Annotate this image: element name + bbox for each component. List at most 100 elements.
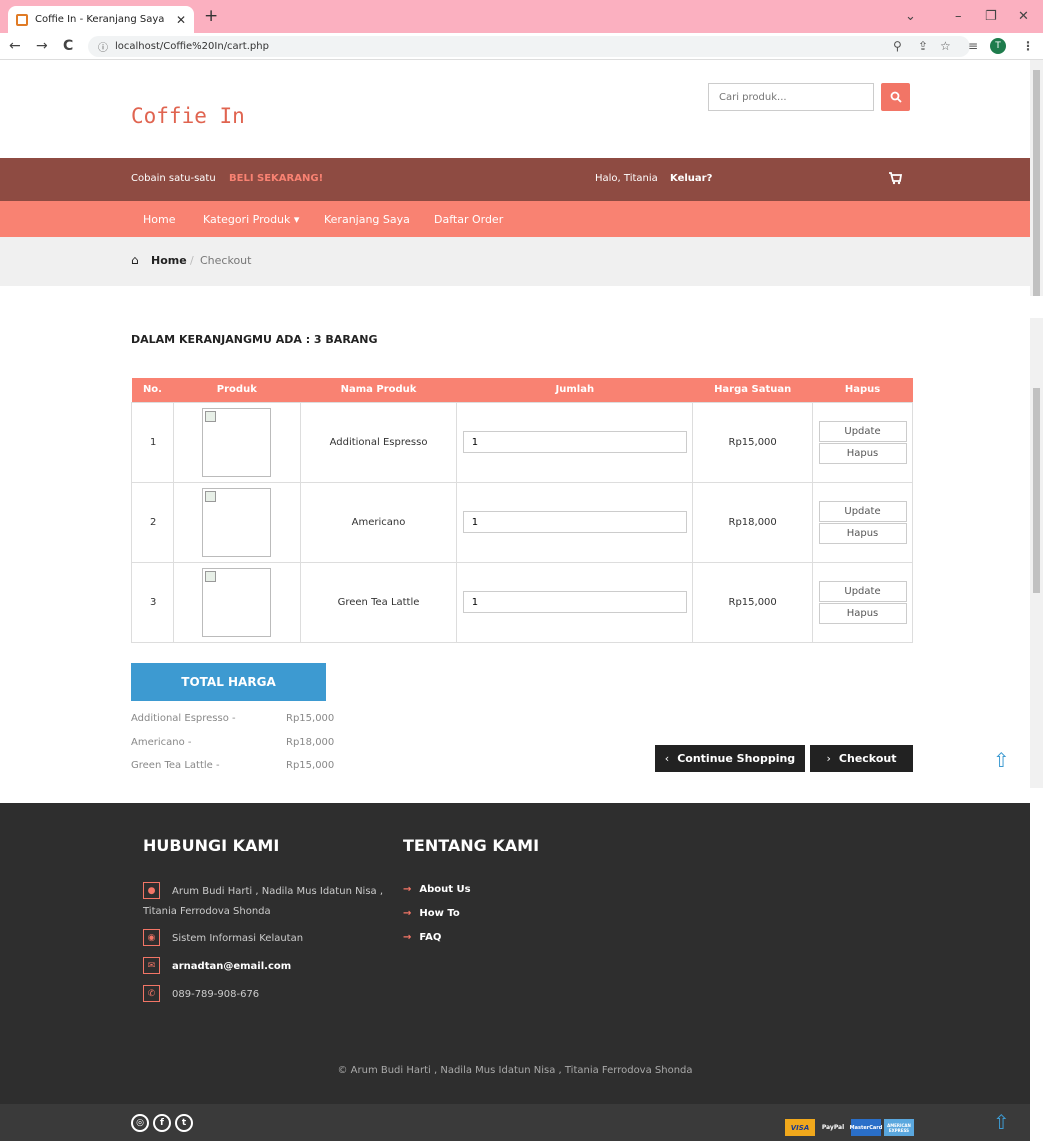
summary-value: Rp15,000 [286,713,335,724]
dropdown-caret-icon: ▾ [293,213,300,226]
reload-icon[interactable]: C [63,38,73,54]
contact-names-line1: Arum Budi Harti , Nadila Mus Idatun Nisa… [172,886,384,897]
quantity-input[interactable] [462,431,687,453]
footer-link-about[interactable]: → About Us [403,884,471,895]
scrollbar[interactable] [1030,318,1043,788]
scrollbar[interactable] [1030,60,1043,296]
bookmark-star-icon[interactable]: ☆ [940,39,951,53]
contact-names-line2: Titania Ferrodova Shonda [143,906,271,917]
footer: HUBUNGI KAMI TENTANG KAMI ● Arum Budi Ha… [0,803,1030,1104]
footer-link-faq[interactable]: → FAQ [403,932,441,943]
reading-list-icon[interactable]: ≡ [968,39,978,53]
browser-tab[interactable]: Coffie In - Keranjang Saya ✕ [8,6,194,33]
broken-image-icon [202,487,272,557]
footer-link-howto[interactable]: → How To [403,908,460,919]
tab-title: Coffie In - Keranjang Saya [35,14,165,25]
forward-icon[interactable]: → [36,38,48,54]
mastercard-card-icon: MasterCard [850,1119,882,1136]
info-icon[interactable]: ⓘ [98,39,108,54]
checkout-button[interactable]: › Checkout [810,745,913,772]
person-icon: ● [143,882,160,899]
menu-item-cart[interactable]: Keranjang Saya [324,213,410,226]
product-name: Green Tea Lattle [299,561,458,643]
breadcrumb: ⌂ Home / Checkout [0,237,1030,286]
main-menu: Home Kategori Produk ▾ Keranjang Saya Da… [0,201,1030,237]
unit-price: Rp18,000 [692,481,814,563]
phone-icon: ✆ [143,985,160,1002]
table-row: 3 Green Tea Lattle Rp15,000 Update Hapus [131,561,913,643]
continue-shopping-button[interactable]: ‹ Continue Shopping [655,745,805,772]
menu-dots-icon[interactable]: ⋮ [1022,39,1034,53]
share-icon[interactable]: ⇪ [918,39,928,53]
back-icon[interactable]: ← [9,38,21,54]
continue-shopping-label: Continue Shopping [677,752,796,765]
menu-item-home[interactable]: Home [143,213,175,226]
email-text[interactable]: arnadtan@email.com [172,961,291,972]
delete-button[interactable]: Hapus [818,522,907,544]
breadcrumb-current: Checkout [200,254,252,267]
twitter-icon[interactable]: t [175,1114,193,1132]
delete-button[interactable]: Hapus [818,602,907,624]
restore-icon[interactable]: ❐ [985,9,997,24]
scroll-to-top-icon[interactable]: ⇧ [993,1110,1010,1134]
chevron-left-icon: ‹ [664,752,670,765]
breadcrumb-home[interactable]: Home [151,254,187,267]
unit-price: Rp15,000 [692,561,814,643]
search-input[interactable] [708,83,874,111]
profile-avatar[interactable]: T [990,38,1006,54]
column-header: Hapus [812,378,913,402]
footer-link-label: About Us [419,884,471,895]
footer-link-label: How To [419,908,460,919]
cart-table: No. Produk Nama Produk Jumlah Harga Satu… [131,378,913,643]
logout-link[interactable]: Keluar? [670,173,712,184]
paypal-card-icon: PayPal [818,1119,848,1136]
new-tab-icon[interactable]: + [204,6,218,26]
total-price-header: TOTAL HARGA [131,663,326,701]
bottom-bar: ◎ f t VISA PayPal MasterCard AMERICAN EX… [0,1104,1030,1141]
menu-item-orders[interactable]: Daftar Order [434,213,503,226]
minimize-icon[interactable]: – [955,9,962,24]
email-icon: ✉ [143,957,160,974]
url-text: localhost/Coffie%20In/cart.php [115,41,269,52]
actions-cell: Update Hapus [812,481,913,563]
instagram-icon[interactable]: ◎ [131,1114,149,1132]
menu-item-kategori[interactable]: Kategori Produk ▾ [203,213,299,226]
update-button[interactable]: Update [818,580,907,602]
arrow-right-icon: → [403,884,412,895]
close-tab-icon[interactable]: ✕ [176,13,186,27]
quantity-input[interactable] [462,511,687,533]
visa-card-icon: VISA [785,1119,815,1136]
buy-now-link[interactable]: BELI SEKARANG! [229,173,323,184]
zoom-icon[interactable]: ⚲ [893,39,902,53]
search-button[interactable] [881,83,910,111]
delete-button[interactable]: Hapus [818,442,907,464]
broken-image-icon [202,567,272,637]
summary-line: Americano - Rp18,000 [131,737,334,748]
url-input[interactable]: ⓘ localhost/Coffie%20In/cart.php [88,36,970,57]
quantity-input[interactable] [462,591,687,613]
tab-search-icon[interactable]: ⌄ [905,9,916,24]
favicon-icon [16,13,28,26]
column-header: Nama Produk [300,378,457,402]
update-button[interactable]: Update [818,500,907,522]
update-button[interactable]: Update [818,420,907,442]
table-header-row: No. Produk Nama Produk Jumlah Harga Satu… [131,378,913,402]
facebook-icon[interactable]: f [153,1114,171,1132]
home-icon: ⌂ [131,253,139,267]
close-window-icon[interactable]: ✕ [1018,9,1029,24]
site-logo[interactable]: Coffie In [131,104,245,128]
actions-cell: Update Hapus [812,561,913,643]
scroll-to-top-icon[interactable]: ⇧ [993,748,1010,772]
summary-line: Green Tea Lattle - Rp15,000 [131,760,334,771]
phone-text: 089-789-908-676 [172,989,260,1000]
promo-text: Cobain satu-satu [131,173,216,184]
qty-cell [456,481,694,563]
unit-price: Rp15,000 [692,401,814,483]
product-image-cell [172,561,301,643]
breadcrumb-separator: / [190,254,194,267]
summary-line: Additional Espresso - Rp15,000 [131,713,335,724]
qty-cell [456,401,694,483]
cart-icon[interactable] [888,171,902,185]
arrow-right-icon: → [403,932,412,943]
footer-link-label: FAQ [419,932,442,943]
